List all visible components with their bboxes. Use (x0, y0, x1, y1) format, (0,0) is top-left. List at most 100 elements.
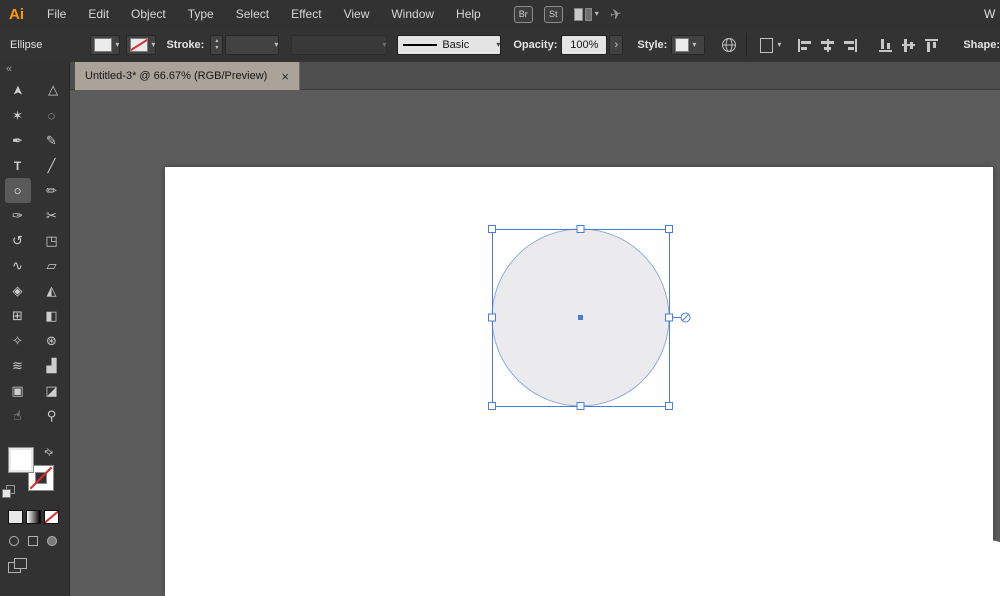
bridge-icon[interactable]: Br (514, 6, 533, 23)
document-icon (760, 38, 773, 53)
draw-inside-button[interactable] (45, 534, 59, 547)
curvature-tool[interactable]: ✎ (39, 128, 65, 153)
document-tab[interactable]: Untitled-3* @ 66.67% (RGB/Preview) × (75, 62, 300, 90)
toolbar-collapse-button[interactable]: « (0, 62, 69, 78)
blend-tool[interactable]: ⊛ (39, 328, 65, 353)
vertical-align-bottom-icon[interactable] (925, 38, 938, 53)
chevron-down-icon: ▾ (115, 41, 119, 49)
document-tab-strip: Untitled-3* @ 66.67% (RGB/Preview) × (70, 62, 1000, 90)
stock-icon[interactable]: St (544, 6, 563, 23)
shape-builder-tool[interactable]: ◈ (5, 278, 31, 303)
scissors-tool[interactable]: ✂ (39, 203, 65, 228)
fill-indicator[interactable] (8, 447, 34, 473)
horizontal-align-right-icon[interactable] (843, 39, 858, 52)
free-transform-tool[interactable]: ▱ (39, 253, 65, 278)
selection-handle[interactable] (489, 226, 496, 233)
stroke-style-line (403, 44, 437, 46)
scissors-tool-icon: ✂ (46, 209, 57, 222)
share-icon[interactable]: ✈ (608, 4, 623, 23)
selection-handle[interactable] (666, 403, 673, 410)
color-mode-buttons (0, 510, 70, 524)
color-button[interactable] (8, 510, 23, 524)
gradient-tool[interactable]: ◧ (39, 303, 65, 328)
selection-handle[interactable] (666, 226, 673, 233)
menu-type[interactable]: Type (177, 0, 225, 28)
scale-tool[interactable]: ◳ (39, 228, 65, 253)
width-tool[interactable]: ∿ (5, 253, 31, 278)
selection-handle[interactable] (489, 314, 496, 321)
center-anchor[interactable] (578, 315, 583, 320)
symbol-sprayer-tool[interactable]: ≋ (5, 353, 31, 378)
opacity-panel-button[interactable]: › (609, 35, 623, 55)
direct-selection-tool[interactable]: ▷ (39, 78, 65, 103)
menu-effect[interactable]: Effect (280, 0, 332, 28)
column-graph-tool[interactable]: ▟ (39, 353, 65, 378)
fill-color-dropdown[interactable]: ▾ (90, 35, 120, 55)
menu-window[interactable]: Window (380, 0, 445, 28)
document-tab-title: Untitled-3* @ 66.67% (RGB/Preview) (85, 70, 267, 82)
rotate-tool[interactable]: ↺ (5, 228, 31, 253)
vertical-align-center-icon[interactable] (902, 38, 915, 53)
column-graph-tool-icon: ▟ (47, 359, 57, 372)
canvas-area[interactable] (70, 90, 1000, 596)
menu-object[interactable]: Object (120, 0, 177, 28)
menu-edit[interactable]: Edit (77, 0, 120, 28)
default-fill-stroke-icon[interactable] (2, 485, 14, 497)
globe-icon[interactable] (721, 37, 737, 53)
selection-handle[interactable] (577, 403, 584, 410)
draw-normal-button[interactable] (7, 534, 21, 547)
hand-tool-icon: ☝ (14, 409, 22, 422)
menu-view[interactable]: View (333, 0, 381, 28)
lasso-tool[interactable]: ◌ (39, 103, 65, 128)
selection-handle[interactable] (577, 226, 584, 233)
opacity-label: Opacity: (513, 39, 557, 51)
mesh-tool[interactable]: ⊞ (5, 303, 31, 328)
menu-help[interactable]: Help (445, 0, 492, 28)
direct-selection-tool-icon: ▷ (45, 86, 58, 96)
menu-bar: Ai FileEditObjectTypeSelectEffectViewWin… (0, 0, 1000, 29)
vertical-align-top-icon[interactable] (879, 38, 892, 53)
menu-select[interactable]: Select (225, 0, 280, 28)
swap-fill-stroke-icon[interactable]: ⇄ (41, 446, 55, 460)
eyedropper-tool[interactable]: ✧ (5, 328, 31, 353)
selection-tool[interactable]: ➤ (5, 78, 31, 103)
screen-mode-button[interactable] (8, 558, 28, 574)
screen-mode-icon (14, 558, 27, 569)
zoom-tool[interactable]: ⚲ (39, 403, 65, 428)
pen-tool[interactable]: ✒ (5, 128, 31, 153)
style-swatch (675, 38, 689, 52)
gradient-button[interactable] (26, 510, 41, 524)
lasso-tool-icon: ◌ (48, 109, 56, 122)
width-tool-icon: ∿ (12, 259, 23, 272)
line-segment-tool[interactable]: ╱ (39, 153, 65, 178)
arrange-documents-icon (574, 8, 592, 21)
opacity-input[interactable]: 100% (561, 35, 607, 55)
graphic-style-dropdown[interactable]: ▾ (671, 35, 705, 55)
draw-behind-button[interactable] (26, 534, 40, 547)
hand-tool[interactable]: ☝ (5, 403, 31, 428)
horizontal-align-left-icon[interactable] (797, 39, 812, 52)
menu-file[interactable]: File (36, 0, 77, 28)
perspective-grid-tool[interactable]: ◭ (39, 278, 65, 303)
chevron-down-icon: ▾ (777, 41, 781, 49)
shaper-tool[interactable]: ✑ (5, 203, 31, 228)
type-tool[interactable]: T (5, 153, 31, 178)
close-icon[interactable]: × (281, 70, 289, 83)
slice-tool-icon: ◪ (45, 384, 57, 397)
stroke-style-dropdown[interactable]: Basic ▾ (397, 35, 501, 55)
paintbrush-tool[interactable]: ✏ (39, 178, 65, 203)
stroke-color-dropdown[interactable]: ▾ (126, 35, 156, 55)
horizontal-align-center-icon[interactable] (820, 39, 835, 52)
artboard-tool[interactable]: ▣ (5, 378, 31, 403)
selection-handle[interactable] (666, 314, 673, 321)
stroke-weight-stepper[interactable]: ▴ ▾ (210, 35, 223, 55)
ellipse-tool[interactable]: ○ (5, 178, 31, 203)
stroke-weight-dropdown[interactable]: ▾ (225, 35, 279, 55)
arrange-documents-button[interactable]: ▾ (574, 8, 599, 21)
magic-wand-tool[interactable]: ✶ (5, 103, 31, 128)
selection-handle[interactable] (489, 403, 496, 410)
none-button[interactable] (44, 510, 59, 524)
slice-tool[interactable]: ◪ (39, 378, 65, 403)
shape-builder-tool-icon: ◈ (13, 284, 23, 297)
document-setup-dropdown[interactable]: ▾ (756, 38, 781, 53)
